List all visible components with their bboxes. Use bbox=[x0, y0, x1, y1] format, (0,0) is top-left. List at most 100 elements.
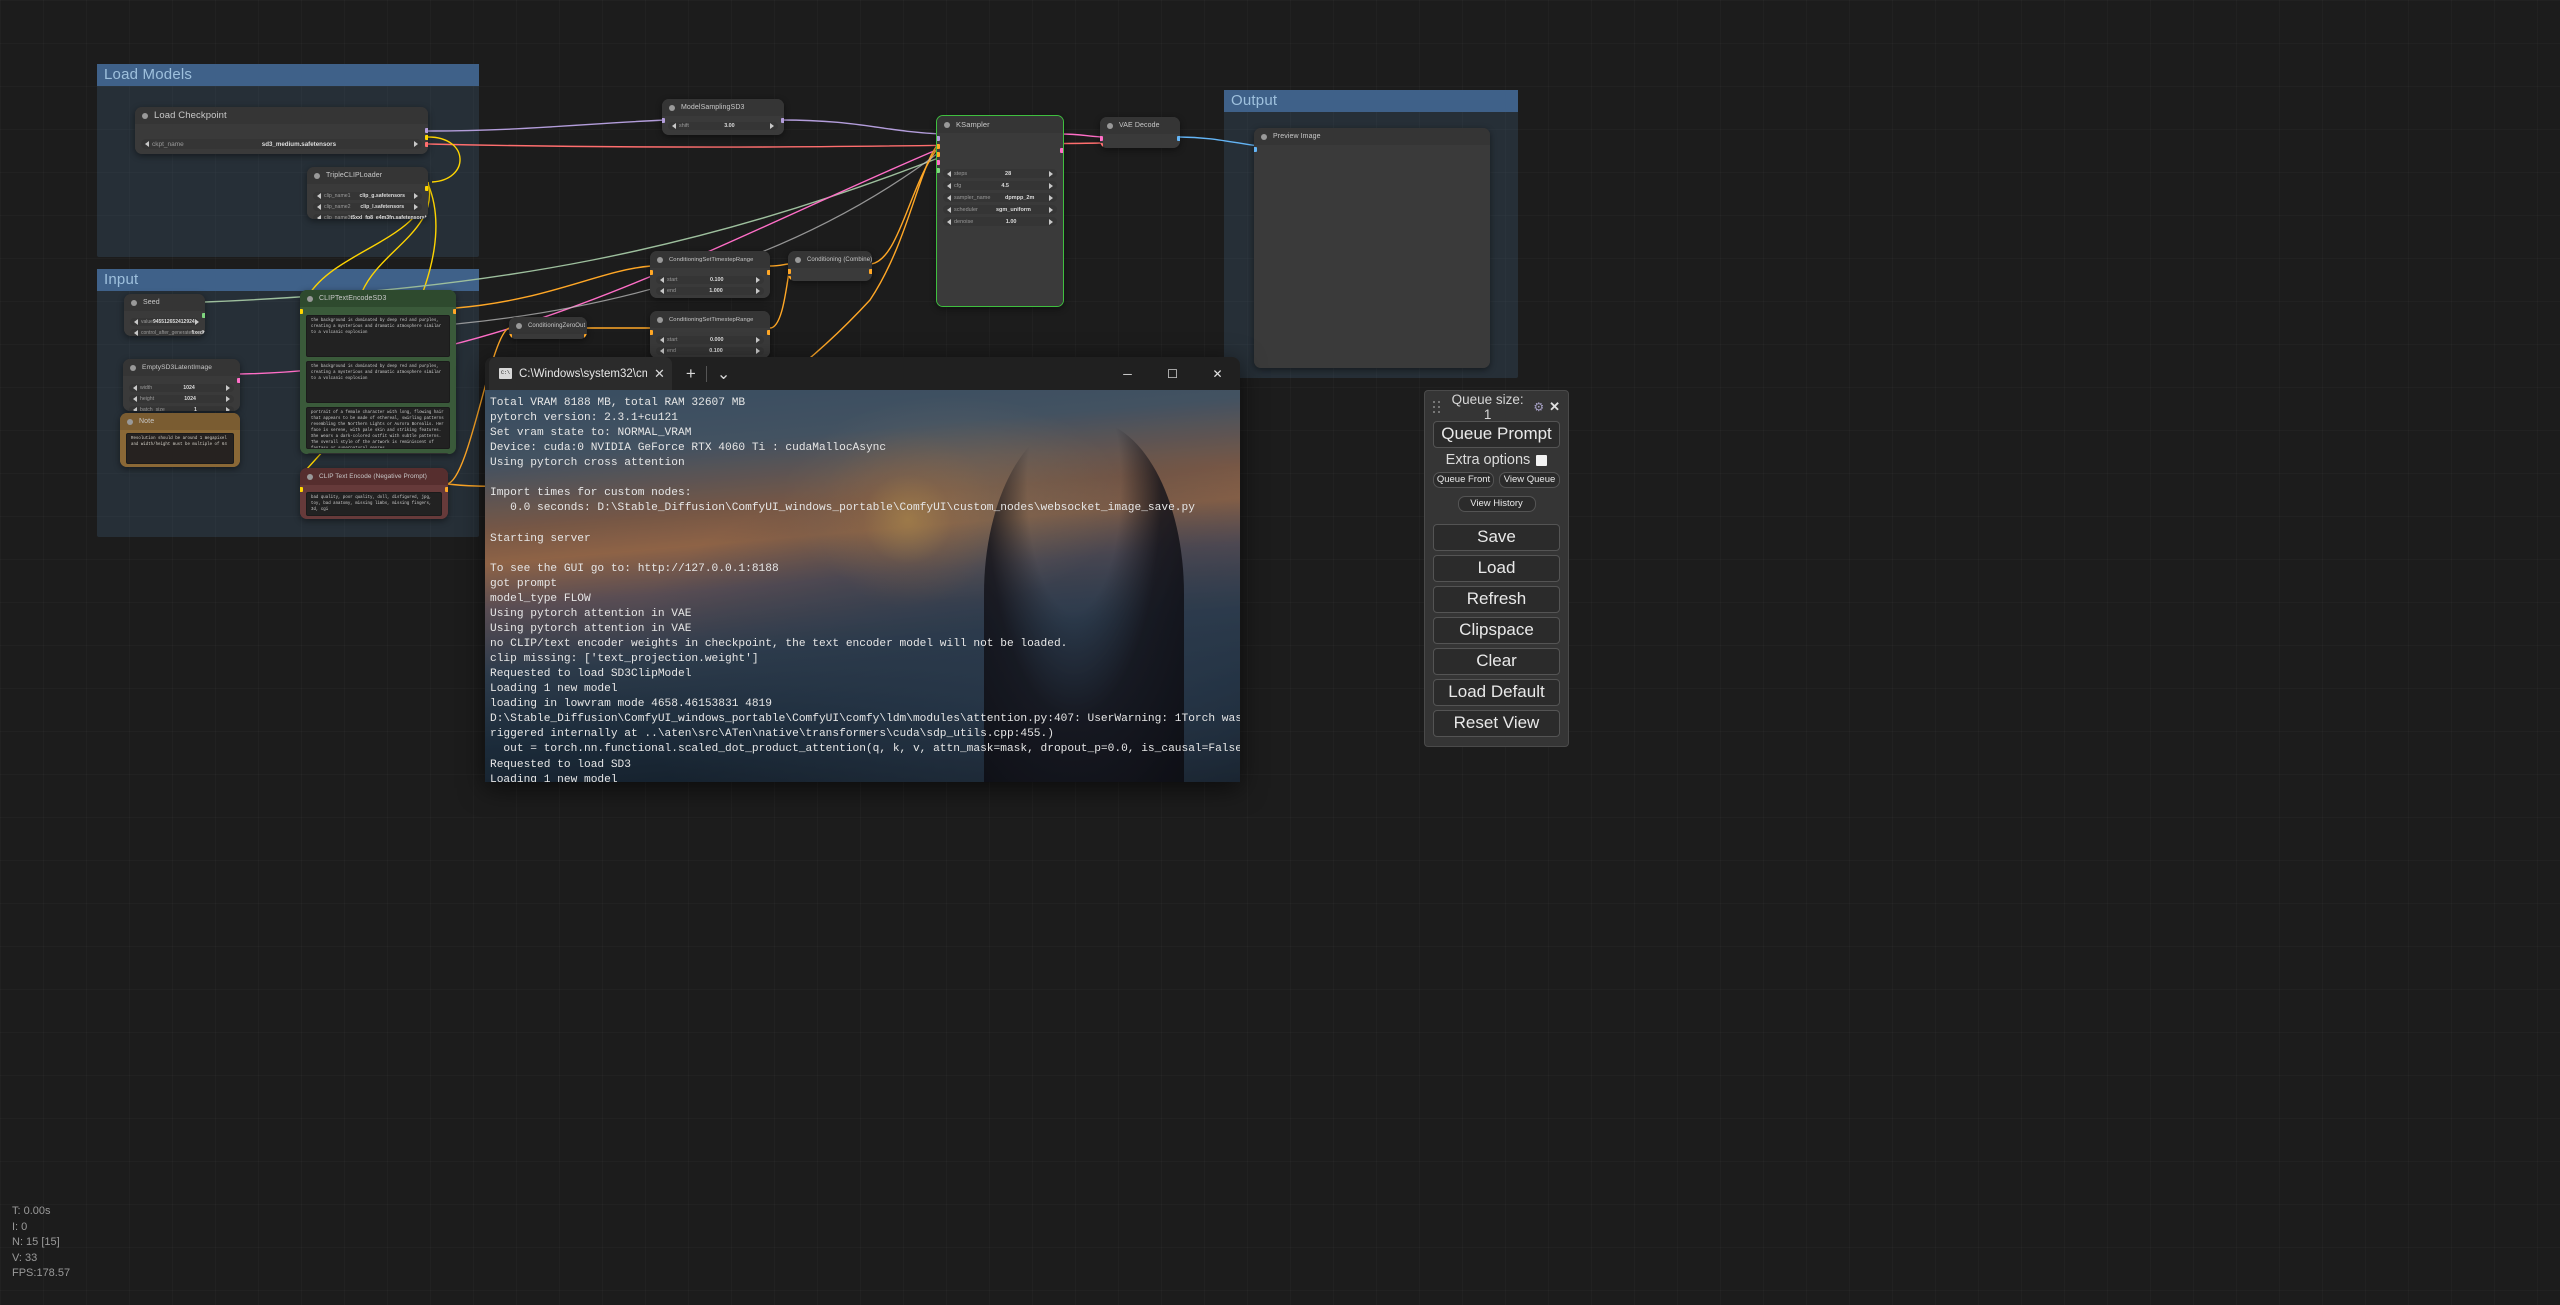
decrement-arrow-icon[interactable] bbox=[660, 288, 664, 294]
port-conditioning-in[interactable] bbox=[509, 334, 512, 339]
port-latent-out[interactable] bbox=[1060, 148, 1063, 153]
widget-batch-size[interactable]: batch_size 1 bbox=[129, 406, 234, 411]
menu-header[interactable]: Queue size: 1 ⚙ ✕ bbox=[1433, 392, 1560, 422]
increment-arrow-icon[interactable] bbox=[1049, 182, 1053, 189]
comfy-menu-panel[interactable]: Queue size: 1 ⚙ ✕ Queue Prompt Extra opt… bbox=[1424, 390, 1569, 747]
refresh-button[interactable]: Refresh bbox=[1433, 586, 1560, 613]
port-clip-out[interactable] bbox=[425, 135, 428, 140]
view-history-row[interactable]: View History bbox=[1433, 492, 1560, 512]
widget-ckpt-name[interactable]: ckpt_name sd3_medium.safetensors bbox=[141, 139, 422, 149]
node-header-note[interactable]: Note bbox=[120, 413, 240, 430]
node-preview-image[interactable]: Preview Image bbox=[1254, 128, 1490, 368]
collapse-dot-icon[interactable] bbox=[307, 473, 313, 480]
widget-clip-name3[interactable]: clip_name3 t5xxl_fp8_e4m3fn.safetensors bbox=[313, 214, 428, 219]
port-samples-in[interactable] bbox=[1100, 136, 1103, 141]
maximize-button[interactable]: ☐ bbox=[1150, 357, 1195, 390]
window-controls[interactable]: ─ ☐ ✕ bbox=[1105, 357, 1240, 390]
port-conditioning-out[interactable] bbox=[767, 270, 770, 275]
widget-start[interactable]: start 0.000 bbox=[656, 336, 764, 344]
node-empty-sd3-latent-image[interactable]: EmptySD3LatentImage width 1024 height 10… bbox=[123, 359, 240, 411]
node-load-checkpoint[interactable]: Load Checkpoint ckpt_name sd3_medium.saf… bbox=[135, 107, 428, 154]
widget-clip-name1[interactable]: clip_name1 clip_g.safetensors bbox=[313, 192, 422, 200]
widget-empty-padding[interactable]: empty_padding none bbox=[306, 453, 450, 454]
minimize-button[interactable]: ─ bbox=[1105, 357, 1150, 390]
port-clip-in[interactable] bbox=[300, 487, 303, 492]
decrement-arrow-icon[interactable] bbox=[947, 206, 951, 213]
node-header-triple-clip-loader[interactable]: TripleCLIPLoader bbox=[307, 167, 428, 184]
widget-end[interactable]: end 0.100 bbox=[656, 347, 764, 355]
decrement-arrow-icon[interactable] bbox=[947, 182, 951, 189]
gear-icon[interactable]: ⚙ bbox=[1533, 400, 1544, 414]
widget-denoise[interactable]: denoise 1.00 bbox=[943, 217, 1057, 226]
decrement-arrow-icon[interactable] bbox=[317, 193, 321, 199]
collapse-dot-icon[interactable] bbox=[1107, 122, 1113, 129]
terminal-output[interactable]: Total VRAM 8188 MB, total RAM 32607 MB py… bbox=[485, 390, 1240, 782]
terminal-window[interactable]: C:\ C:\Windows\system32\cmd.e ✕ + ⌄ ─ ☐ … bbox=[485, 357, 1240, 782]
widget-height[interactable]: height 1024 bbox=[129, 395, 234, 403]
collapse-dot-icon[interactable] bbox=[1261, 133, 1267, 140]
node-header-conditioning-zero-out[interactable]: ConditioningZeroOut bbox=[509, 317, 587, 334]
port-vae-in[interactable] bbox=[1100, 143, 1103, 148]
node-conditioning-set-timestep-range-2[interactable]: ConditioningSetTimestepRange start 0.000… bbox=[650, 311, 770, 358]
port-positive-in[interactable] bbox=[937, 144, 940, 149]
increment-arrow-icon[interactable] bbox=[413, 141, 418, 147]
increment-arrow-icon[interactable] bbox=[424, 215, 428, 219]
port-seed-out[interactable] bbox=[202, 313, 205, 318]
decrement-arrow-icon[interactable] bbox=[660, 277, 664, 283]
collapse-dot-icon[interactable] bbox=[314, 172, 320, 179]
port-clip-out[interactable] bbox=[425, 186, 428, 191]
increment-arrow-icon[interactable] bbox=[225, 407, 230, 411]
collapse-dot-icon[interactable] bbox=[657, 316, 663, 323]
decrement-arrow-icon[interactable] bbox=[947, 194, 951, 201]
node-header-ksampler[interactable]: KSampler bbox=[937, 116, 1063, 133]
widget-seed-value[interactable]: value 945512652412924 bbox=[130, 318, 199, 326]
view-history-button[interactable]: View History bbox=[1457, 496, 1536, 512]
decrement-arrow-icon[interactable] bbox=[660, 348, 664, 354]
increment-arrow-icon[interactable] bbox=[414, 193, 418, 199]
node-conditioning-set-timestep-range-1[interactable]: ConditioningSetTimestepRange start 0.100… bbox=[650, 251, 770, 298]
node-header-seed[interactable]: Seed bbox=[124, 294, 205, 311]
extra-options-checkbox[interactable] bbox=[1536, 454, 1548, 466]
port-conditioning-out[interactable] bbox=[584, 334, 587, 339]
increment-arrow-icon[interactable] bbox=[756, 288, 760, 294]
node-header-empty-latent[interactable]: EmptySD3LatentImage bbox=[123, 359, 240, 376]
node-header-clip-text-encode-sd3[interactable]: CLIPTextEncodeSD3 bbox=[300, 290, 456, 307]
decrement-arrow-icon[interactable] bbox=[133, 407, 137, 411]
new-tab-icon[interactable]: + bbox=[686, 364, 696, 384]
chevron-down-icon[interactable]: ⌄ bbox=[717, 364, 730, 384]
node-header-model-sampling[interactable]: ModelSamplingSD3 bbox=[662, 99, 784, 116]
collapse-dot-icon[interactable] bbox=[131, 299, 137, 306]
port-model-in[interactable] bbox=[937, 136, 940, 141]
close-tab-icon[interactable]: ✕ bbox=[654, 366, 665, 382]
increment-arrow-icon[interactable] bbox=[755, 277, 760, 283]
port-conditioning-1-in[interactable] bbox=[788, 269, 791, 274]
negative-prompt-textarea[interactable]: bad quality, poor quality, doll, disfigu… bbox=[306, 492, 442, 516]
close-icon[interactable]: ✕ bbox=[1549, 399, 1560, 415]
port-clip-in[interactable] bbox=[300, 309, 303, 314]
decrement-arrow-icon[interactable] bbox=[133, 396, 137, 402]
increment-arrow-icon[interactable] bbox=[413, 204, 418, 210]
clipspace-button[interactable]: Clipspace bbox=[1433, 617, 1560, 644]
port-latent-out[interactable] bbox=[237, 378, 240, 383]
increment-arrow-icon[interactable] bbox=[202, 330, 205, 336]
reset-view-button[interactable]: Reset View bbox=[1433, 710, 1560, 737]
widget-control-after-generate[interactable]: control_after_generate fixed bbox=[130, 329, 205, 336]
port-image-out[interactable] bbox=[1177, 136, 1180, 141]
increment-arrow-icon[interactable] bbox=[756, 348, 760, 354]
node-header-preview-image[interactable]: Preview Image bbox=[1254, 128, 1490, 145]
node-ksampler[interactable]: KSampler steps 28 cfg 4.5 sampler_name d… bbox=[936, 115, 1064, 307]
collapse-dot-icon[interactable] bbox=[516, 322, 522, 329]
node-clip-text-encode-sd3[interactable]: CLIPTextEncodeSD3 the background is domi… bbox=[300, 290, 456, 454]
widget-width[interactable]: width 1024 bbox=[129, 384, 234, 392]
collapse-dot-icon[interactable] bbox=[795, 256, 801, 263]
decrement-arrow-icon[interactable] bbox=[660, 337, 664, 343]
widget-shift[interactable]: shift 3.00 bbox=[668, 122, 778, 130]
terminal-tab[interactable]: C:\ C:\Windows\system32\cmd.e ✕ bbox=[489, 357, 672, 390]
save-button[interactable]: Save bbox=[1433, 524, 1560, 551]
port-images-in[interactable] bbox=[1254, 147, 1257, 152]
increment-arrow-icon[interactable] bbox=[1048, 194, 1053, 201]
node-model-sampling-sd3[interactable]: ModelSamplingSD3 shift 3.00 bbox=[662, 99, 784, 135]
widget-scheduler[interactable]: scheduler sgm_uniform bbox=[943, 205, 1057, 214]
prompt-textarea-t5[interactable]: portrait of a female character with long… bbox=[306, 407, 450, 449]
decrement-arrow-icon[interactable] bbox=[317, 215, 321, 219]
